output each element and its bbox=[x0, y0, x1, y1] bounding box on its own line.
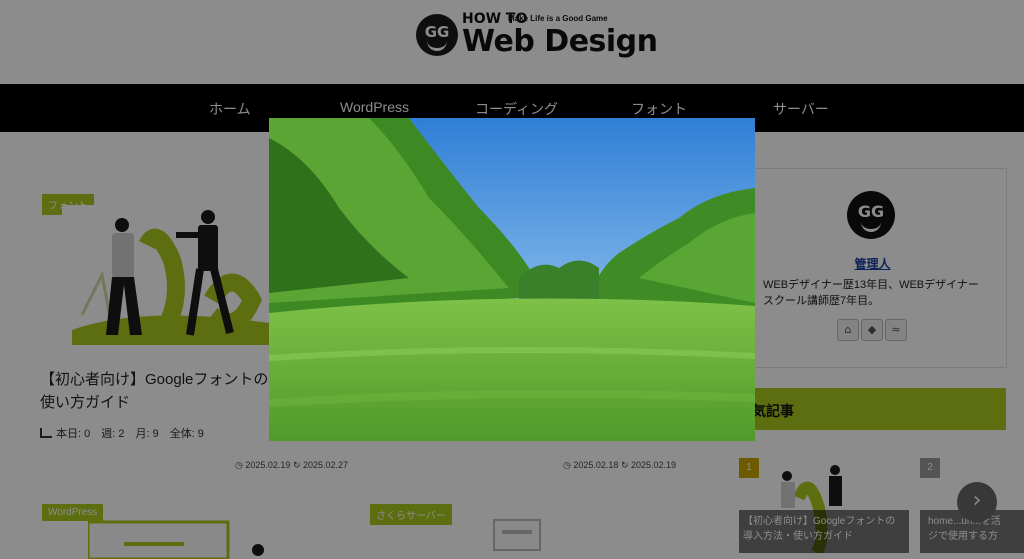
page: GG HOW TO Make Life is a Good Game Web D… bbox=[0, 0, 1024, 559]
modal-image[interactable] bbox=[269, 118, 755, 441]
park-photo bbox=[269, 118, 755, 441]
